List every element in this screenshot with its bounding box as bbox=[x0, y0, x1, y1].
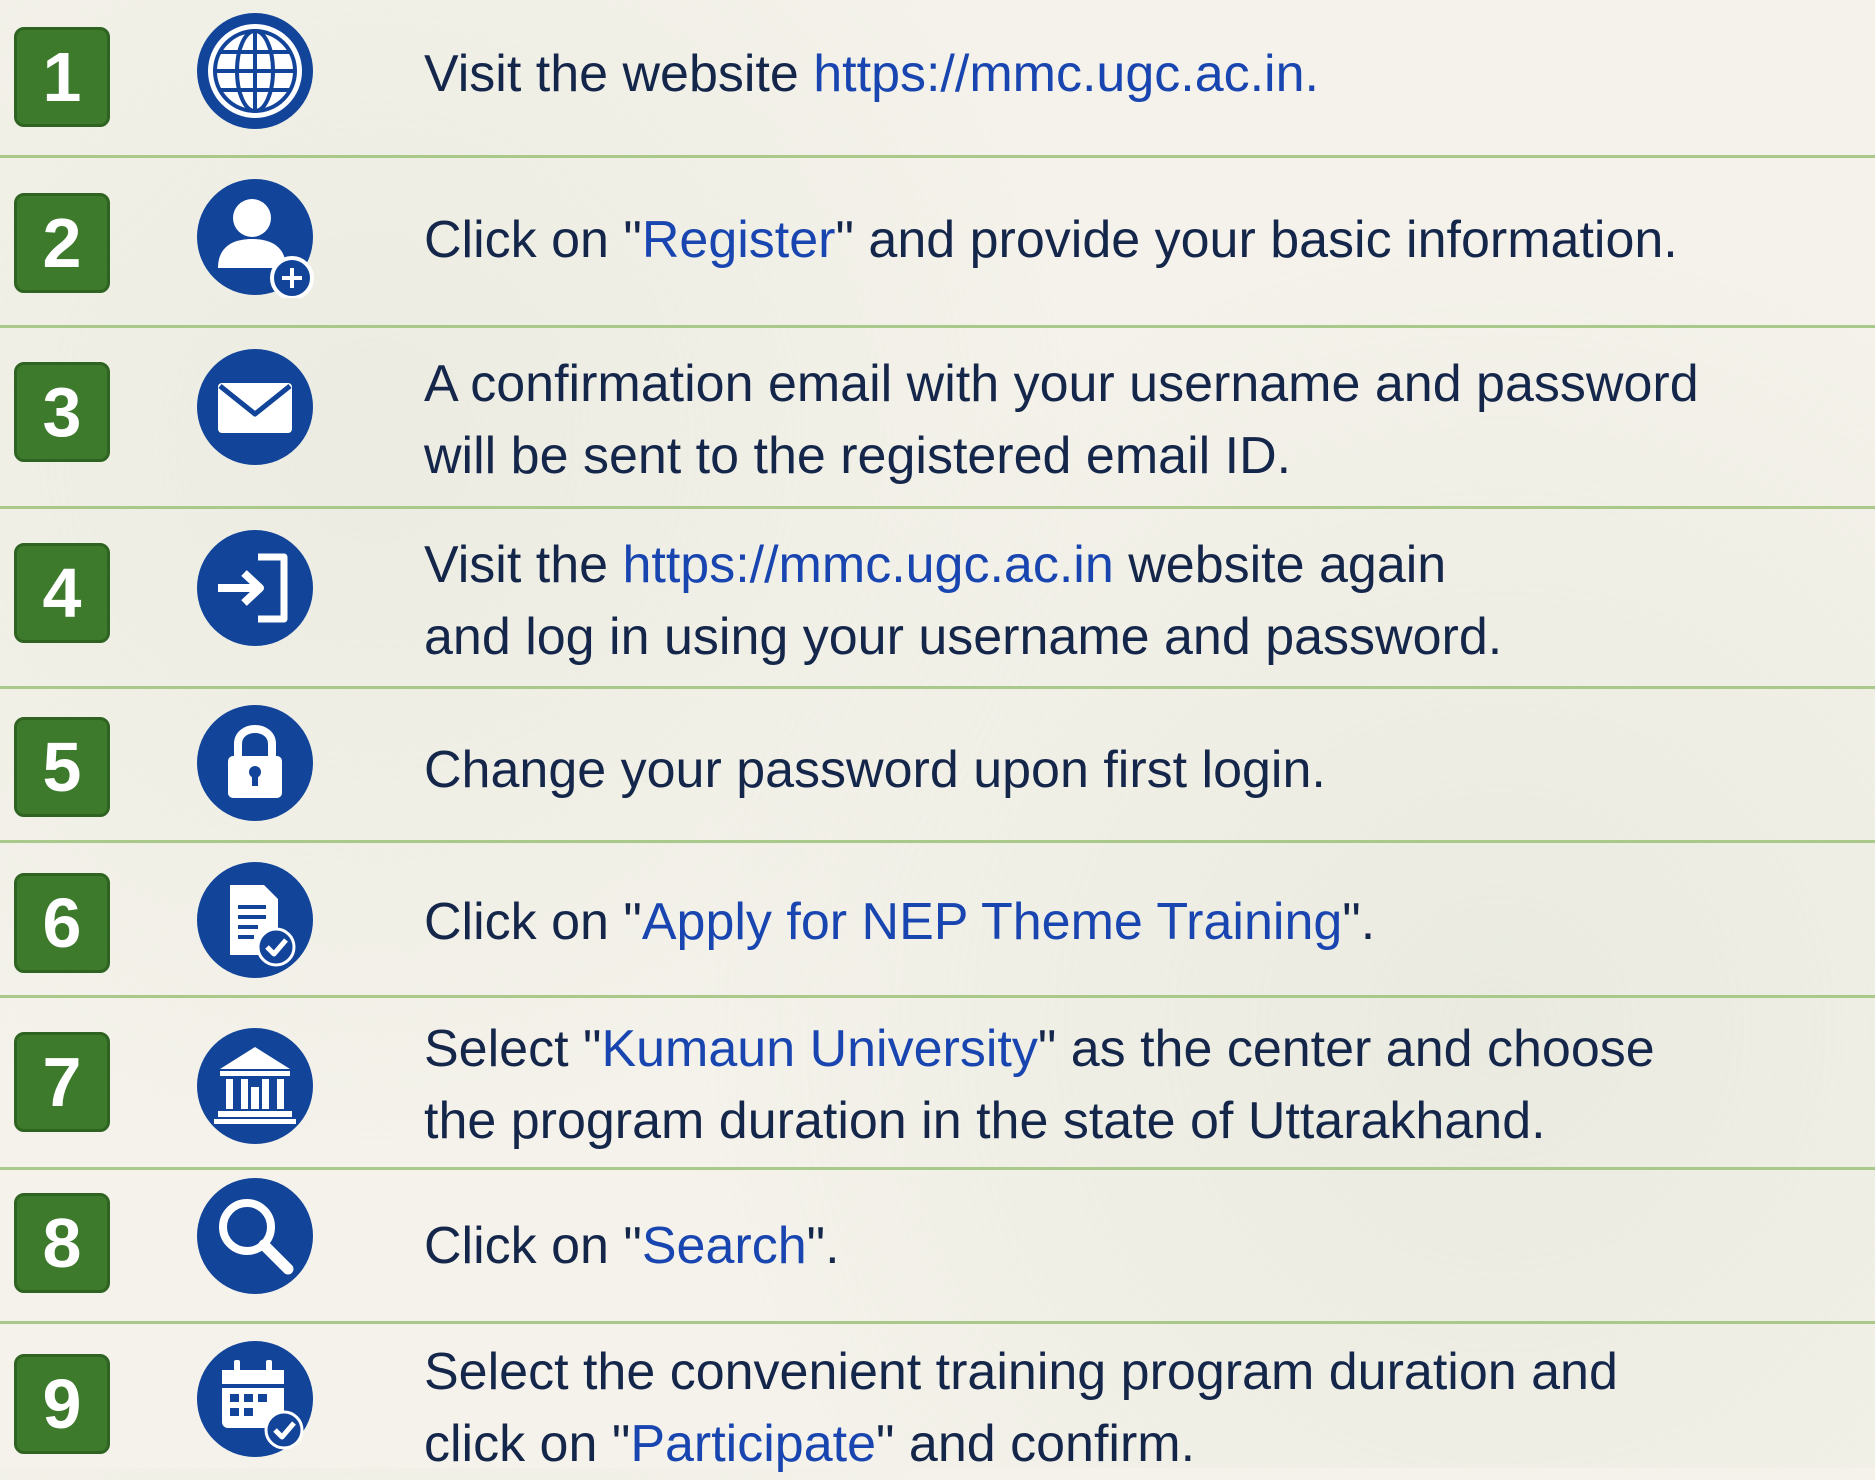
divider bbox=[0, 325, 1875, 328]
add-user-icon bbox=[194, 176, 316, 298]
step-number-badge: 2 bbox=[14, 193, 110, 293]
divider bbox=[0, 995, 1875, 998]
step-number-badge: 4 bbox=[14, 543, 110, 643]
lock-icon bbox=[194, 702, 316, 824]
kumaun-university-keyword: Kumaun University bbox=[601, 1020, 1038, 1078]
divider bbox=[0, 840, 1875, 843]
step-text: Select "Kumaun University" as the center… bbox=[424, 1020, 1655, 1150]
divider bbox=[0, 686, 1875, 689]
globe-icon bbox=[194, 10, 316, 132]
website-link[interactable]: https://mmc.ugc.ac.in bbox=[622, 536, 1113, 594]
search-icon bbox=[194, 1175, 316, 1297]
step-text: A confirmation email with your username … bbox=[424, 355, 1699, 485]
step-text: Click on "Apply for NEP Theme Training". bbox=[424, 893, 1376, 951]
calendar-check-icon bbox=[194, 1338, 316, 1460]
divider bbox=[0, 506, 1875, 509]
register-keyword: Register bbox=[641, 211, 836, 269]
divider bbox=[0, 1167, 1875, 1170]
step-text: Visit the https://mmc.ugc.ac.in website … bbox=[424, 536, 1503, 666]
step-text: Change your password upon first login. bbox=[424, 741, 1326, 799]
website-link[interactable]: https://mmc.ugc.ac.in. bbox=[813, 45, 1319, 103]
step-number-badge: 1 bbox=[14, 27, 110, 127]
divider bbox=[0, 155, 1875, 158]
step-number-badge: 9 bbox=[14, 1354, 110, 1454]
envelope-icon bbox=[194, 346, 316, 468]
step-text: Visit the website https://mmc.ugc.ac.in. bbox=[424, 45, 1319, 103]
step-number-badge: 6 bbox=[14, 873, 110, 973]
step-text: Click on "Search". bbox=[424, 1217, 840, 1275]
step-number-badge: 3 bbox=[14, 362, 110, 462]
login-icon bbox=[194, 527, 316, 649]
step-number-badge: 7 bbox=[14, 1032, 110, 1132]
university-building-icon bbox=[194, 1025, 316, 1147]
apply-nep-keyword: Apply for NEP Theme Training bbox=[641, 893, 1343, 951]
registration-steps: 1 Visit the website https://mmc.ugc.ac.i… bbox=[0, 0, 1875, 1473]
search-keyword: Search bbox=[641, 1217, 807, 1275]
document-check-icon bbox=[194, 859, 316, 981]
step-text: Select the convenient training program d… bbox=[424, 1343, 1618, 1473]
step-number-badge: 8 bbox=[14, 1193, 110, 1293]
divider bbox=[0, 1321, 1875, 1324]
step-number-badge: 5 bbox=[14, 717, 110, 817]
step-text: Click on "Register" and provide your bas… bbox=[424, 211, 1678, 269]
participate-keyword: Participate bbox=[630, 1415, 876, 1473]
